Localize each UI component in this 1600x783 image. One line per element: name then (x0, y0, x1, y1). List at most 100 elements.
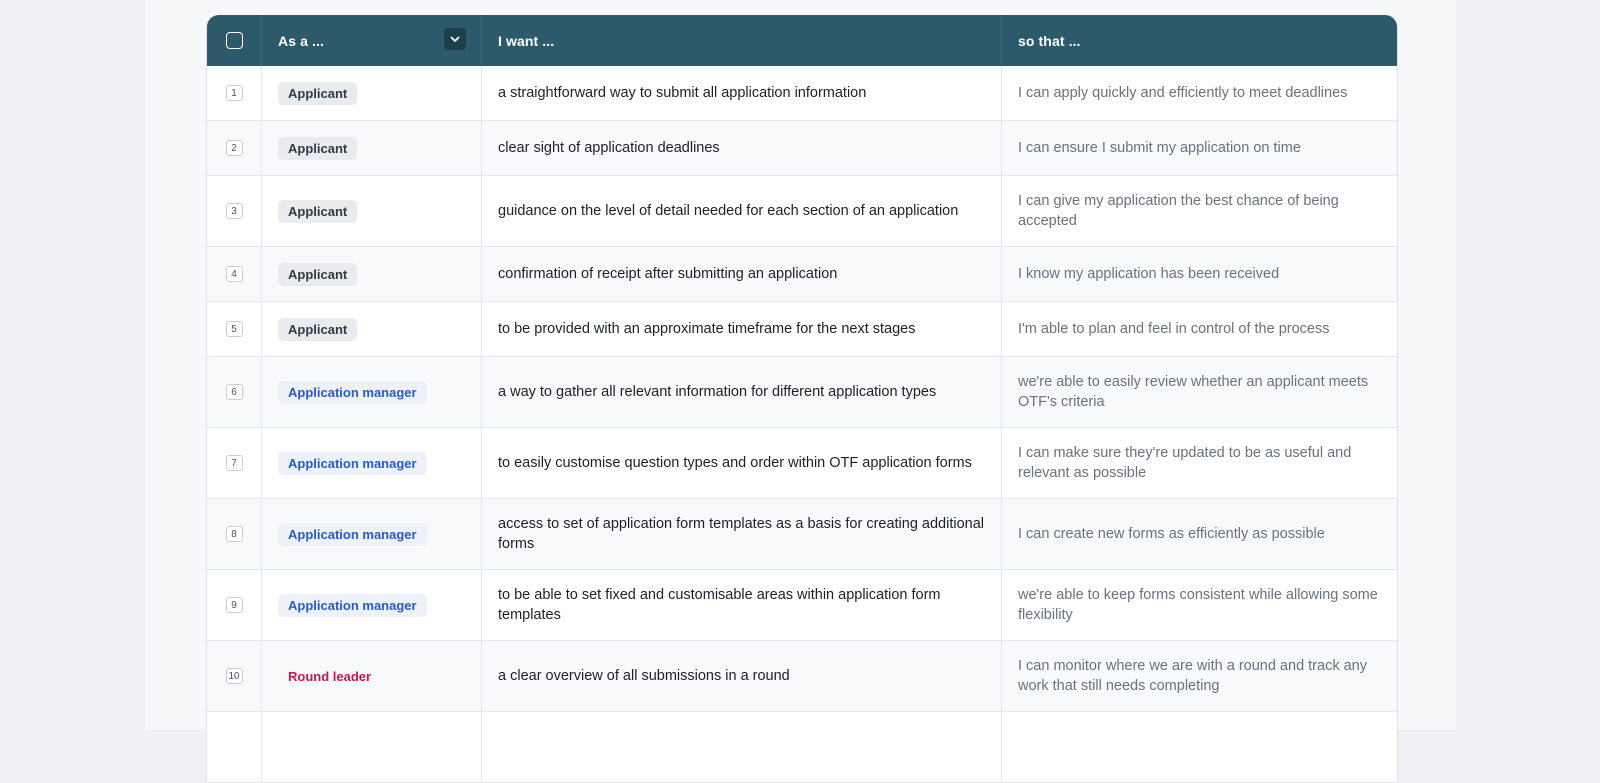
want-text: a clear overview of all submissions in a… (498, 668, 790, 684)
so-cell: I'm able to plan and feel in control of … (1002, 302, 1397, 356)
role-cell (262, 712, 482, 782)
row-number[interactable]: 7 (225, 455, 243, 471)
want-text: to easily customise question types and o… (498, 455, 972, 471)
so-text: I can give my application the best chanc… (1018, 193, 1339, 229)
header-role-cell: As a ... (262, 15, 482, 66)
role-cell: Application manager (262, 499, 482, 569)
role-tag: Application manager (278, 522, 427, 546)
select-all-checkbox[interactable] (225, 32, 243, 49)
row-number-cell: 4 (207, 247, 262, 301)
role-cell: Application manager (262, 428, 482, 498)
want-cell (482, 712, 1002, 782)
row-number-cell: 7 (207, 428, 262, 498)
role-tag: Applicant (278, 262, 358, 286)
table-row[interactable]: 1 Applicant a straightforward way to sub… (207, 66, 1397, 121)
row-number[interactable]: 4 (225, 266, 243, 282)
table-row[interactable]: 6 Application manager a way to gather al… (207, 357, 1397, 428)
role-cell: Round leader (262, 641, 482, 711)
table-row[interactable] (207, 712, 1397, 783)
role-cell: Application manager (262, 357, 482, 427)
want-text: access to set of application form templa… (498, 516, 985, 552)
role-cell: Applicant (262, 121, 482, 175)
so-cell: I can apply quickly and efficiently to m… (1002, 66, 1397, 120)
table-row[interactable]: 3 Applicant guidance on the level of det… (207, 176, 1397, 247)
row-number[interactable]: 10 (225, 668, 243, 684)
so-cell: I can monitor where we are with a round … (1002, 641, 1397, 711)
table-row[interactable]: 4 Applicant confirmation of receipt afte… (207, 247, 1397, 302)
table-row[interactable]: 7 Application manager to easily customis… (207, 428, 1397, 499)
row-number[interactable]: 6 (225, 384, 243, 400)
row-number[interactable]: 2 (225, 140, 243, 156)
role-tag: Applicant (278, 136, 358, 160)
want-text: guidance on the level of detail needed f… (498, 203, 959, 219)
role-column-menu-button[interactable] (444, 28, 466, 50)
row-number[interactable]: 8 (225, 526, 243, 542)
role-tag: Application manager (278, 593, 427, 617)
so-cell (1002, 712, 1397, 782)
header-want-cell: I want ... (482, 15, 1002, 66)
want-cell: a straightforward way to submit all appl… (482, 66, 1002, 120)
so-text: I can ensure I submit my application on … (1018, 140, 1301, 156)
table-row[interactable]: 5 Applicant to be provided with an appro… (207, 302, 1397, 357)
page: As a ... I want ... so that ... 1 Applic… (145, 0, 1456, 783)
row-number-cell: 3 (207, 176, 262, 246)
want-cell: access to set of application form templa… (482, 499, 1002, 569)
row-number[interactable]: 1 (225, 85, 243, 101)
role-cell: Application manager (262, 570, 482, 640)
role-tag: Applicant (278, 81, 358, 105)
select-all-cell (207, 15, 262, 66)
row-number-cell: 5 (207, 302, 262, 356)
header-so-label: so that ... (1018, 32, 1081, 49)
role-tag: Application manager (278, 380, 427, 404)
header-want-label: I want ... (498, 32, 555, 49)
so-cell: I can ensure I submit my application on … (1002, 121, 1397, 175)
want-cell: guidance on the level of detail needed f… (482, 176, 1002, 246)
table-row[interactable]: 9 Application manager to be able to set … (207, 570, 1397, 641)
so-cell: I know my application has been received (1002, 247, 1397, 301)
role-cell: Applicant (262, 247, 482, 301)
role-cell: Applicant (262, 66, 482, 120)
want-text: to be provided with an approximate timef… (498, 321, 916, 337)
so-text: I can create new forms as efficiently as… (1018, 526, 1325, 542)
row-number-cell: 10 (207, 641, 262, 711)
table-row[interactable]: 2 Applicant clear sight of application d… (207, 121, 1397, 176)
so-text: I'm able to plan and feel in control of … (1018, 321, 1330, 337)
role-tag: Application manager (278, 451, 427, 475)
so-text: I know my application has been received (1018, 266, 1280, 282)
role-cell: Applicant (262, 302, 482, 356)
want-text: a straightforward way to submit all appl… (498, 85, 867, 101)
want-cell: clear sight of application deadlines (482, 121, 1002, 175)
want-text: confirmation of receipt after submitting… (498, 266, 838, 282)
row-number-cell: 9 (207, 570, 262, 640)
so-text: I can apply quickly and efficiently to m… (1018, 85, 1348, 101)
want-text: a way to gather all relevant information… (498, 384, 937, 400)
want-cell: confirmation of receipt after submitting… (482, 247, 1002, 301)
table-row[interactable]: 8 Application manager access to set of a… (207, 499, 1397, 570)
want-cell: to be provided with an approximate timef… (482, 302, 1002, 356)
header-role-label: As a ... (278, 32, 324, 49)
so-text: I can monitor where we are with a round … (1018, 658, 1367, 694)
row-number-cell: 2 (207, 121, 262, 175)
table-header: As a ... I want ... so that ... (207, 15, 1397, 66)
so-cell: we're able to easily review whether an a… (1002, 357, 1397, 427)
role-tag: Round leader (288, 668, 372, 684)
row-number[interactable]: 3 (225, 203, 243, 219)
row-number-cell: 1 (207, 66, 262, 120)
user-stories-table: As a ... I want ... so that ... 1 Applic… (206, 15, 1398, 783)
want-text: to be able to set fixed and customisable… (498, 587, 941, 623)
role-tag: Applicant (278, 199, 358, 223)
row-number[interactable]: 9 (225, 597, 243, 613)
so-cell: we're able to keep forms consistent whil… (1002, 570, 1397, 640)
table-row[interactable]: 10 Round leader a clear overview of all … (207, 641, 1397, 712)
row-number[interactable]: 5 (225, 321, 243, 337)
want-cell: to be able to set fixed and customisable… (482, 570, 1002, 640)
so-cell: I can give my application the best chanc… (1002, 176, 1397, 246)
so-cell: I can create new forms as efficiently as… (1002, 499, 1397, 569)
role-cell: Applicant (262, 176, 482, 246)
header-so-cell: so that ... (1002, 15, 1397, 66)
want-cell: to easily customise question types and o… (482, 428, 1002, 498)
chevron-down-icon (450, 36, 460, 42)
want-text: clear sight of application deadlines (498, 140, 720, 156)
row-number-cell: 8 (207, 499, 262, 569)
so-text: I can make sure they're updated to be as… (1018, 445, 1352, 481)
